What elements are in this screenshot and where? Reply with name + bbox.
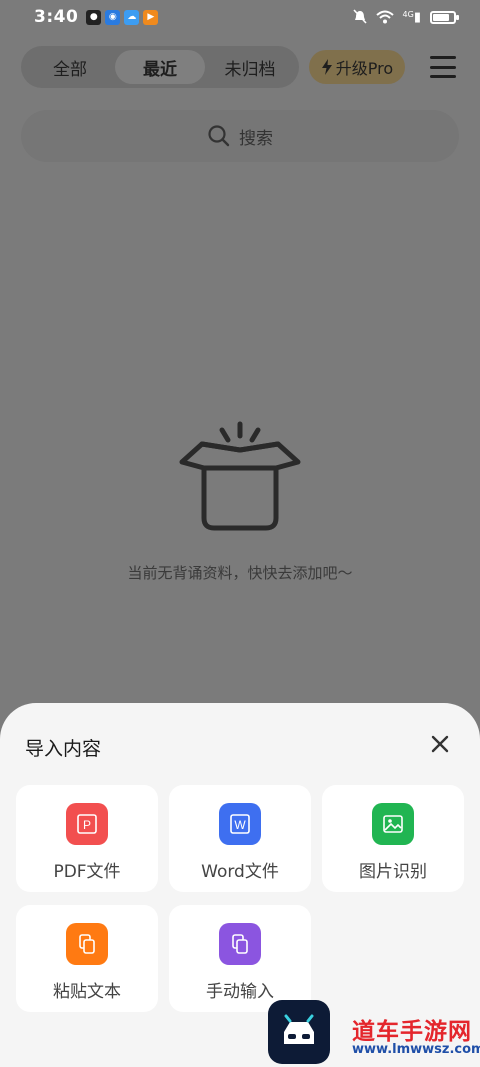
search-input[interactable]: 搜索 (21, 110, 459, 162)
empty-state-message: 当前无背诵资料，快快去添加吧～ (127, 564, 353, 582)
status-time: 3:40 (34, 7, 79, 27)
sheet-title: 导入内容 (25, 738, 102, 760)
battery-icon (430, 10, 459, 24)
import-word-label: Word文件 (201, 862, 279, 882)
signal-icon: 4G▮ (402, 9, 421, 25)
cloud-icon: ☁ (124, 9, 140, 25)
video-app-icon: ▶ (143, 9, 159, 25)
pdf-icon: P (66, 803, 108, 845)
wifi-icon (375, 10, 394, 24)
import-pdf-button[interactable]: P PDF文件 (16, 785, 158, 892)
svg-text:W: W (234, 818, 246, 832)
import-pdf-label: PDF文件 (53, 862, 121, 882)
tab-recent[interactable]: 最近 (115, 50, 205, 84)
qq-icon: ● (86, 9, 102, 25)
image-recognition-button[interactable]: 图片识别 (322, 785, 464, 892)
filter-tabs: 全部 最近 未归档 (21, 46, 299, 88)
map-pin-icon: ◉ (105, 9, 121, 25)
tab-all[interactable]: 全部 (25, 50, 115, 84)
search-icon (208, 125, 230, 147)
upgrade-pro-button[interactable]: 升级Pro (309, 50, 405, 84)
paste-text-label: 粘贴文本 (53, 982, 121, 1002)
manual-input-label: 手动输入 (206, 982, 274, 1002)
manual-input-button[interactable]: 手动输入 (169, 905, 311, 1012)
svg-text:P: P (83, 818, 91, 832)
import-word-button[interactable]: W Word文件 (169, 785, 311, 892)
lightning-icon (321, 59, 332, 75)
manual-input-icon (219, 923, 261, 965)
watermark-url: www.lmwwsz.com (352, 1042, 480, 1057)
watermark-text: 道车手游网 (352, 1019, 472, 1045)
tab-unarchived[interactable]: 未归档 (205, 50, 295, 84)
paste-icon (66, 923, 108, 965)
empty-state: 当前无背诵资料，快快去添加吧～ (0, 420, 480, 583)
image-recognition-label: 图片识别 (359, 862, 427, 882)
image-icon (372, 803, 414, 845)
word-icon: W (219, 803, 261, 845)
menu-icon[interactable] (430, 56, 456, 78)
search-placeholder: 搜索 (239, 128, 273, 149)
mute-bell-icon (352, 9, 367, 24)
watermark-logo (268, 1000, 330, 1064)
upgrade-pro-label: 升级Pro (335, 59, 394, 78)
top-bar: 全部 最近 未归档 升级Pro (21, 46, 456, 88)
network-type-label: 4G (402, 9, 414, 19)
status-bar: 3:40 ● ◉ ☁ ▶ 4G▮ (0, 0, 480, 34)
system-status: 4G▮ (352, 9, 459, 25)
close-icon[interactable] (430, 734, 450, 754)
notification-icons: ● ◉ ☁ ▶ (86, 9, 159, 25)
empty-box-icon (179, 421, 301, 531)
paste-text-button[interactable]: 粘贴文本 (16, 905, 158, 1012)
